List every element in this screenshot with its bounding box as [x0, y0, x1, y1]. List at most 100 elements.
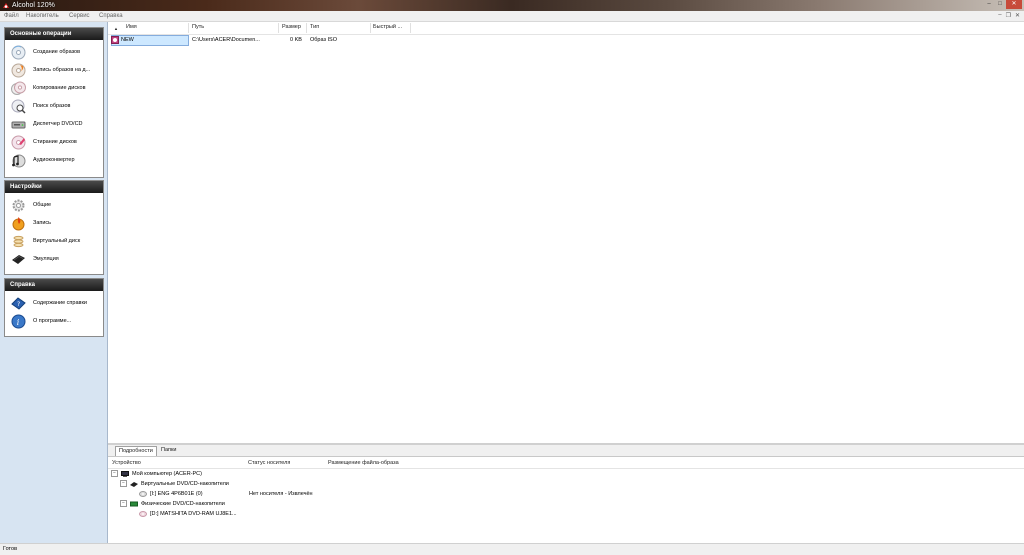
tree-node-label: [D:] MATSHITA DVD-RAM UJ8E1... — [150, 511, 237, 517]
sidebar-item-label: Копирование дисков — [33, 85, 86, 91]
devices-column-header: Устройство Статус носителя Размещение фа… — [108, 459, 1024, 469]
mdi-minimize-button[interactable]: – — [998, 12, 1001, 19]
panel-settings: Настройки Общие Запись Виртуальный диск … — [4, 180, 104, 275]
tree-node-label: Мой компьютер (ACER-PC) — [132, 471, 202, 477]
audio-converter-icon — [12, 154, 26, 168]
virtual-drive-icon — [139, 490, 147, 497]
svg-text:?: ? — [17, 301, 20, 308]
sidebar-item-general[interactable]: Общие — [5, 196, 103, 214]
column-device[interactable]: Устройство — [112, 460, 141, 466]
sidebar: Основные операции Создание образов Запис… — [0, 22, 108, 543]
file-size: 0 KB — [290, 37, 302, 43]
tree-node-physical-drives[interactable]: − Физические DVD/CD-накопители — [120, 499, 225, 509]
sidebar-item-label: Содержание справки — [33, 300, 87, 306]
sidebar-item-label: Запись — [33, 220, 52, 226]
table-row[interactable]: NEW C:\Users\ACER\Documen... 0 KB Образ … — [108, 35, 1024, 46]
window-title: Alcohol 120% — [12, 2, 55, 9]
sidebar-item-audio-converter[interactable]: Аудиоконвертер — [5, 151, 103, 169]
menu-help[interactable]: Справка — [99, 12, 123, 20]
virtual-drives-icon — [130, 481, 138, 487]
physical-drives-icon — [130, 501, 138, 507]
menu-drive[interactable]: Накопитель — [26, 12, 59, 20]
svg-text:i: i — [17, 318, 20, 327]
burn-image-icon — [11, 63, 26, 78]
sidebar-item-drive-manager[interactable]: Диспетчер DVD/CD — [5, 115, 103, 133]
status-text: Готов — [3, 546, 17, 552]
collapse-toggle[interactable]: − — [120, 500, 127, 508]
file-path: C:\Users\ACER\Documen... — [192, 37, 260, 43]
sidebar-item-help-contents[interactable]: ? Содержание справки — [5, 294, 103, 312]
menu-bar: Файл Накопитель Сервис Справка – ❐ ✕ — [0, 11, 1024, 22]
tree-node-label: Виртуальные DVD/CD-накопители — [141, 481, 229, 487]
devices-panel: Подробности Папки Устройство Статус носи… — [108, 445, 1024, 543]
panel-help: Справка ? Содержание справки i О програм… — [4, 278, 104, 337]
image-file-list[interactable]: ▲ Имя Путь Размер Тип Быстрый ... NEW C:… — [108, 22, 1024, 443]
tab-folders[interactable]: Папки — [158, 446, 179, 455]
column-image-location[interactable]: Размещение файла-образа — [328, 460, 399, 466]
panel-title: Основные операции — [5, 28, 103, 40]
status-bar: Готов — [0, 543, 1024, 555]
sort-arrow-icon[interactable]: ▲ — [114, 26, 118, 31]
tree-node-my-computer[interactable]: − Мой компьютер (ACER-PC) — [111, 469, 202, 479]
sidebar-item-emulation[interactable]: Эмуляция — [5, 250, 103, 268]
tree-node-label: Физические DVD/CD-накопители — [141, 501, 225, 507]
tree-node-virtual-drive-i[interactable]: [I:] ENG 4P6B01E (0) — [139, 489, 203, 499]
alcohol-app-icon — [3, 3, 9, 8]
sidebar-item-erase-disc[interactable]: Стирание дисков — [5, 133, 103, 151]
maximize-button[interactable]: □ — [995, 0, 1005, 9]
column-quick[interactable]: Быстрый ... — [373, 24, 402, 30]
iso-file-icon — [111, 36, 119, 44]
info-icon: i — [11, 314, 26, 329]
panel-title: Настройки — [5, 181, 103, 193]
sidebar-item-create-image[interactable]: Создание образов — [5, 43, 103, 61]
mdi-close-button[interactable]: ✕ — [1015, 12, 1020, 19]
record-icon — [12, 217, 25, 231]
search-image-icon — [11, 99, 26, 114]
column-size[interactable]: Размер — [282, 24, 301, 30]
panel-title: Справка — [5, 279, 103, 291]
sidebar-item-about[interactable]: i О программе... — [5, 312, 103, 330]
sidebar-item-label: Запись образов на д... — [33, 67, 91, 73]
gear-icon — [12, 199, 25, 212]
tree-node-label: [I:] ENG 4P6B01E (0) — [150, 491, 203, 497]
copy-disc-icon — [11, 81, 26, 95]
sidebar-item-label: Создание образов — [33, 49, 81, 55]
tree-node-virtual-drives[interactable]: − Виртуальные DVD/CD-накопители — [120, 479, 229, 489]
collapse-toggle[interactable]: − — [120, 480, 127, 488]
column-name[interactable]: Имя — [126, 24, 137, 30]
column-media-status[interactable]: Статус носителя — [248, 460, 290, 466]
column-path[interactable]: Путь — [192, 24, 204, 30]
panel-main-operations: Основные операции Создание образов Запис… — [4, 27, 104, 178]
sidebar-item-burn-image[interactable]: Запись образов на д... — [5, 61, 103, 79]
collapse-toggle[interactable]: − — [111, 470, 118, 478]
column-header: ▲ Имя Путь Размер Тип Быстрый ... — [108, 22, 1024, 35]
sidebar-item-label: Диспетчер DVD/CD — [33, 121, 83, 127]
tab-details[interactable]: Подробности — [115, 446, 157, 456]
sidebar-item-label: Общие — [33, 202, 52, 208]
sidebar-item-label: Эмуляция — [33, 256, 59, 262]
sidebar-item-label: О программе... — [33, 318, 72, 324]
mdi-restore-button[interactable]: ❐ — [1006, 12, 1011, 19]
sidebar-item-label: Аудиоконвертер — [33, 157, 75, 163]
file-name: NEW — [121, 37, 134, 43]
help-book-icon: ? — [11, 297, 26, 310]
column-type[interactable]: Тип — [310, 24, 319, 30]
minimize-button[interactable]: – — [984, 0, 994, 9]
drive-manager-icon — [11, 121, 26, 129]
menu-file[interactable]: Файл — [4, 12, 19, 20]
menu-service[interactable]: Сервис — [69, 12, 90, 20]
title-bar: Alcohol 120% – □ ✕ — [0, 0, 1024, 11]
bottom-tabs: Подробности Папки — [108, 445, 1024, 457]
computer-icon — [121, 470, 129, 477]
sidebar-item-label: Виртуальный диск — [33, 238, 81, 244]
tree-node-physical-drive-d[interactable]: [D:] MATSHITA DVD-RAM UJ8E1... — [139, 509, 237, 519]
sidebar-item-record[interactable]: Запись — [5, 214, 103, 232]
physical-drive-icon — [139, 510, 147, 517]
erase-disc-icon — [11, 135, 26, 150]
sidebar-item-virtual-disk[interactable]: Виртуальный диск — [5, 232, 103, 250]
close-button[interactable]: ✕ — [1006, 0, 1022, 9]
create-image-icon — [11, 45, 26, 60]
sidebar-item-search-images[interactable]: Поиск образов — [5, 97, 103, 115]
file-type: Образ ISO — [310, 37, 338, 43]
sidebar-item-copy-disc[interactable]: Копирование дисков — [5, 79, 103, 97]
